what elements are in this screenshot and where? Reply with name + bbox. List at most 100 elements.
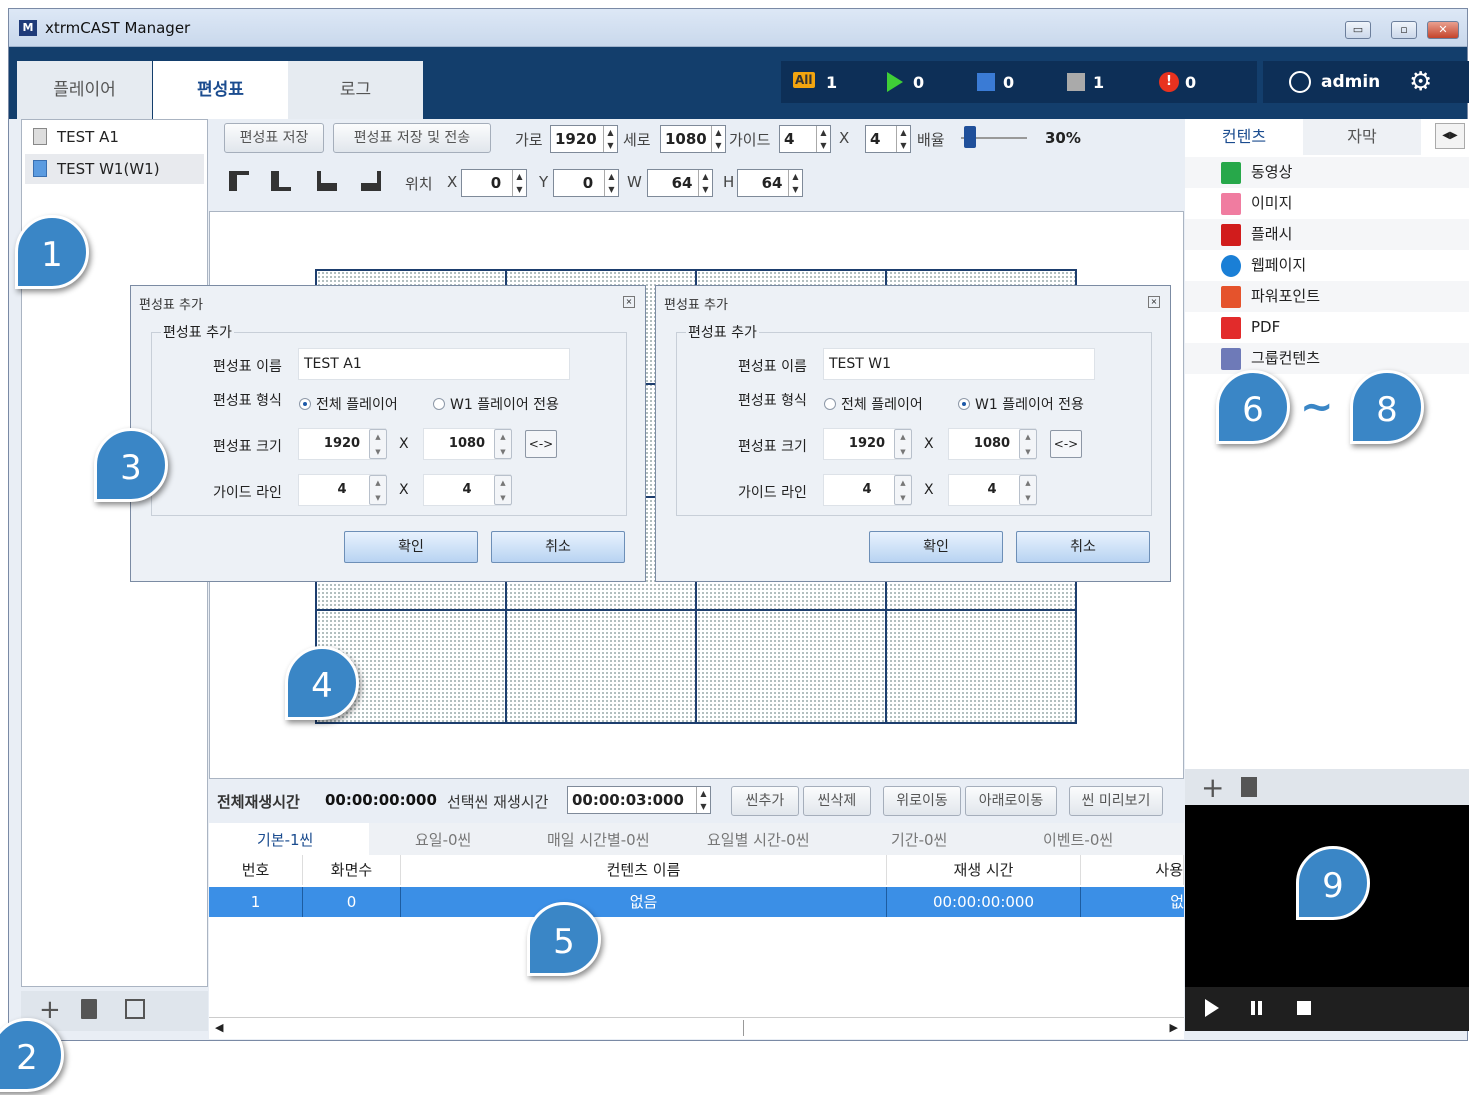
error-count: 0 <box>1185 73 1197 92</box>
size-height-spinner[interactable]: 1080 ▲ ▼ <box>948 428 1037 460</box>
all-count: 1 <box>826 73 838 92</box>
ok-button[interactable]: 확인 <box>869 531 1003 563</box>
pos-x-spinner[interactable]: 0 ▲ ▼ <box>461 169 527 197</box>
horizontal-scrollbar[interactable]: ◀ ▶ <box>209 1017 1184 1039</box>
tab-player[interactable]: 플레이어 <box>17 61 152 119</box>
scale-slider[interactable] <box>961 126 1027 148</box>
list-item[interactable]: 그룹컨텐츠 <box>1185 343 1469 374</box>
tab-schedule[interactable]: 편성표 <box>153 61 288 119</box>
add-scene-button[interactable]: 씬추가 <box>731 786 799 816</box>
scene-tab[interactable]: 요일별 시간-0씬 <box>707 829 810 850</box>
tab-scroll[interactable]: ◀▶ <box>1435 123 1465 149</box>
tab-log[interactable]: 로그 <box>288 61 423 119</box>
slider-handle[interactable] <box>964 126 976 148</box>
radio-w1-only[interactable]: W1 플레이어 전용 <box>958 394 1084 414</box>
player-controls <box>1185 987 1469 1031</box>
minimize-button[interactable]: ▭ <box>1345 21 1371 39</box>
width-spinner[interactable]: 1920 ▲ ▼ <box>550 125 618 153</box>
guide-x-spinner[interactable]: 4 ▲ ▼ <box>779 125 831 153</box>
radio-w1-only[interactable]: W1 플레이어 전용 <box>433 394 559 414</box>
pos-h-spinner[interactable]: 64 ▲ ▼ <box>737 169 803 197</box>
selected-time-label: 선택씬 재생시간 <box>447 793 549 811</box>
trash-icon[interactable] <box>81 999 97 1019</box>
list-item[interactable]: PDF <box>1185 312 1469 343</box>
guide-label: 가이드 <box>729 131 771 149</box>
scene-preview-button[interactable]: 씬 미리보기 <box>1069 786 1163 816</box>
blue-square-icon <box>977 73 995 91</box>
tab-contents[interactable]: 컨텐츠 <box>1185 119 1303 155</box>
close-button[interactable]: ✕ <box>1427 21 1459 39</box>
selected-time-spinner[interactable]: 00:00:03:000 ▲ ▼ <box>567 786 711 814</box>
scene-tab[interactable]: 매일 시간별-0씬 <box>547 829 650 850</box>
guide-line-label: 가이드 라인 <box>213 485 282 501</box>
align-right-icon[interactable] <box>361 171 381 191</box>
powerpoint-icon <box>1221 286 1241 308</box>
schedule-name-input[interactable]: TEST A1 <box>298 348 570 380</box>
guide-x-spinner[interactable]: 4 ▲ ▼ <box>823 474 912 506</box>
file-icon <box>33 128 47 145</box>
schedule-name-input[interactable]: TEST W1 <box>823 348 1095 380</box>
cancel-button[interactable]: 취소 <box>491 531 625 563</box>
size-width-spinner[interactable]: 1920 ▲ ▼ <box>298 428 387 460</box>
settings-gear-icon[interactable]: ⚙ <box>1409 67 1432 97</box>
dialog-close-icon[interactable]: × <box>623 296 635 308</box>
align-left-icon[interactable] <box>229 171 249 191</box>
dialog-close-icon[interactable]: × <box>1148 296 1160 308</box>
tab-subtitle[interactable]: 자막 <box>1303 119 1421 155</box>
top-navigation: 플레이어 편성표 로그 All 1 0 0 1 ! 0 admin ⚙ <box>9 47 1469 119</box>
scale-value: 30% <box>1045 129 1081 147</box>
list-item[interactable]: 웹페이지 <box>1185 250 1469 281</box>
scene-tab[interactable]: 요일-0씬 <box>415 829 471 850</box>
scale-label: 배율 <box>917 131 945 149</box>
trash-icon[interactable] <box>1241 777 1257 797</box>
height-label: 세로 <box>623 131 651 149</box>
scene-tabs: 기본-1씬 요일-0씬 매일 시간별-0씬 요일별 시간-0씬 기간-0씬 이벤… <box>209 823 1184 855</box>
user-name[interactable]: admin <box>1321 72 1380 92</box>
swap-button[interactable]: <-> <box>1050 430 1082 458</box>
play-icon[interactable] <box>1205 999 1219 1017</box>
swap-button[interactable]: <-> <box>525 430 557 458</box>
cancel-button[interactable]: 취소 <box>1016 531 1150 563</box>
size-height-spinner[interactable]: 1080 ▲ ▼ <box>423 428 512 460</box>
maximize-button[interactable]: ▫ <box>1391 21 1417 39</box>
save-button[interactable]: 편성표 저장 <box>224 123 324 153</box>
guide-x-spinner[interactable]: 4 ▲ ▼ <box>298 474 387 506</box>
play-count: 0 <box>913 73 925 92</box>
list-item[interactable]: TEST W1(W1) <box>25 154 204 184</box>
list-item[interactable]: 이미지 <box>1185 188 1469 219</box>
pos-y-spinner[interactable]: 0 ▲ ▼ <box>553 169 619 197</box>
callout-badge: 4 <box>285 646 359 720</box>
list-item[interactable]: 파워포인트 <box>1185 281 1469 312</box>
group-title: 편성표 추가 <box>686 322 759 342</box>
move-up-button[interactable]: 위로이동 <box>883 786 961 816</box>
align-bottom-icon[interactable] <box>271 171 291 191</box>
guide-y-spinner[interactable]: 4 ▲ ▼ <box>948 474 1037 506</box>
item-label: 동영상 <box>1251 163 1293 181</box>
pause-icon[interactable] <box>1251 1001 1255 1015</box>
scene-tab[interactable]: 기간-0씬 <box>891 829 947 850</box>
radio-all-players[interactable]: 전체 플레이어 <box>299 394 398 414</box>
list-item[interactable]: 플래시 <box>1185 219 1469 250</box>
callout-badge: 6 <box>1216 370 1290 444</box>
edit-icon[interactable] <box>125 999 145 1019</box>
size-width-spinner[interactable]: 1920 ▲ ▼ <box>823 428 912 460</box>
height-spinner[interactable]: 1080 ▲ ▼ <box>660 125 726 153</box>
webpage-icon <box>1221 255 1241 277</box>
add-icon[interactable]: + <box>1201 771 1224 804</box>
list-item[interactable]: TEST A1 <box>25 122 204 152</box>
scene-tab[interactable]: 기본-1씬 <box>257 829 313 850</box>
guide-y-spinner[interactable]: 4 ▲ ▼ <box>423 474 512 506</box>
pos-w-spinner[interactable]: 64 ▲ ▼ <box>647 169 713 197</box>
list-item[interactable]: 동영상 <box>1185 157 1469 188</box>
delete-scene-button[interactable]: 씬삭제 <box>803 786 871 816</box>
table-row[interactable]: 1 0 없음 00:00:00:000 없 <box>209 887 1184 917</box>
align-down-icon[interactable] <box>317 171 337 191</box>
stop-icon[interactable] <box>1297 1001 1311 1015</box>
save-send-button[interactable]: 편성표 저장 및 전송 <box>333 123 491 153</box>
scene-tab[interactable]: 이벤트-0씬 <box>1043 829 1113 850</box>
radio-all-players[interactable]: 전체 플레이어 <box>824 394 923 414</box>
type-label: 편성표 형식 <box>213 393 282 409</box>
guide-y-spinner[interactable]: 4 ▲ ▼ <box>865 125 911 153</box>
ok-button[interactable]: 확인 <box>344 531 478 563</box>
move-down-button[interactable]: 아래로이동 <box>965 786 1057 816</box>
